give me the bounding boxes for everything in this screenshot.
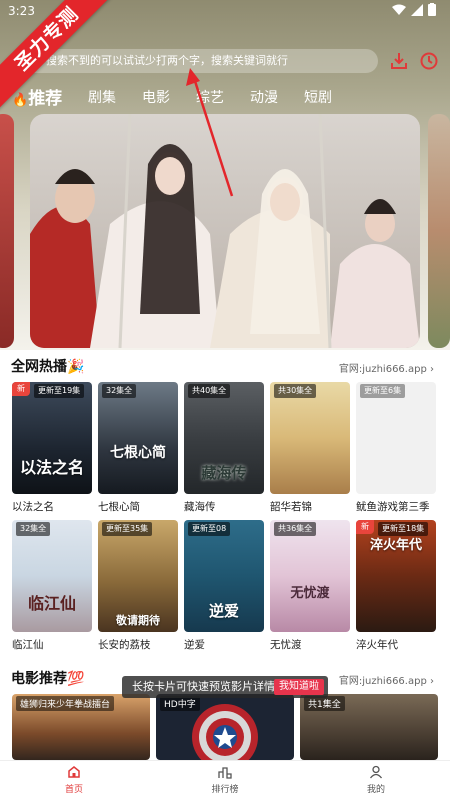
episode-badge: 32集全 (16, 522, 51, 536)
new-badge: 新 (12, 382, 30, 396)
movie-card[interactable]: 雄狮归来少年拳战擂台 (12, 694, 150, 760)
new-badge: 新 (356, 520, 374, 534)
shield-art (192, 704, 258, 760)
banner-prev-card[interactable] (0, 114, 14, 348)
banner-next-card[interactable] (428, 114, 450, 348)
card-title: 以法之名 (12, 501, 54, 513)
nav-profile[interactable]: 我的 (346, 765, 406, 795)
card-title: 淬火年代 (356, 639, 398, 651)
episode-badge: 更新至6集 (360, 384, 406, 398)
tab-series[interactable]: 剧集 (88, 87, 116, 107)
episode-badge: 更新至19集 (34, 384, 85, 398)
card-title: 长安的荔枝 (98, 639, 151, 651)
tab-recommend[interactable]: 🔥推荐 (12, 84, 62, 109)
history-icon[interactable] (418, 50, 440, 72)
toast-text: 长按卡片可快速预览影片详情 (132, 680, 275, 693)
card-title: 临江仙 (12, 639, 44, 651)
search-placeholder: 搜索不到的可以试试少打两个字，搜索关键词就行 (46, 54, 288, 67)
tab-movies[interactable]: 电影 (142, 87, 170, 107)
episode-badge: 更新至08 (188, 522, 231, 536)
movie-card[interactable]: HD中字 (156, 694, 294, 760)
hot-section-more-link[interactable]: 官网:juzhi666.app › (339, 360, 434, 375)
tip-toast: 长按卡片可快速预览影片详情 我知道啦 (122, 676, 328, 698)
card-title: 逆爱 (184, 639, 205, 651)
home-icon (68, 766, 80, 778)
episode-badge: 更新至35集 (102, 522, 153, 536)
ranking-icon (218, 767, 232, 779)
fire-icon: 🔥 (12, 93, 29, 108)
card-title: 无忧渡 (270, 639, 302, 651)
movie-section-title: 电影推荐💯 (11, 671, 85, 687)
episode-badge: 更新至18集 (378, 522, 429, 536)
episode-badge: 共40集全 (188, 384, 231, 398)
card-title: 藏海传 (184, 501, 216, 513)
movie-card[interactable]: 共1集全 (300, 694, 438, 760)
tab-anime[interactable]: 动漫 (250, 87, 278, 107)
got-it-button[interactable]: 我知道啦 (274, 679, 324, 695)
profile-icon (369, 765, 383, 779)
card-title: 七根心简 (98, 501, 140, 513)
bottom-nav: 首页 排行榜 我的 (0, 760, 450, 801)
movie-section-more-link[interactable]: 官网:juzhi666.app › (339, 672, 434, 687)
episode-badge: 共30集全 (274, 384, 317, 398)
card-title: 韶华若锦 (270, 501, 312, 513)
tab-short-drama[interactable]: 短剧 (304, 87, 332, 107)
hot-section-title: 全网热播🎉 (11, 359, 85, 375)
annotation-arrow (186, 68, 234, 197)
nav-ranking[interactable]: 排行榜 (195, 765, 255, 795)
status-time: 3:23 (8, 4, 35, 18)
signal-icon (411, 3, 423, 16)
download-icon[interactable] (388, 50, 410, 72)
wifi-icon (392, 4, 406, 15)
episode-badge: 32集全 (102, 384, 137, 398)
movie-badge: 共1集全 (304, 696, 345, 711)
card-title: 鱿鱼游戏第三季 (356, 501, 430, 513)
movie-badge: 雄狮归来少年拳战擂台 (16, 696, 115, 711)
movie-badge: HD中字 (160, 696, 200, 711)
nav-home[interactable]: 首页 (44, 765, 104, 795)
battery-icon (428, 3, 436, 16)
episode-badge: 共36集全 (274, 522, 317, 536)
